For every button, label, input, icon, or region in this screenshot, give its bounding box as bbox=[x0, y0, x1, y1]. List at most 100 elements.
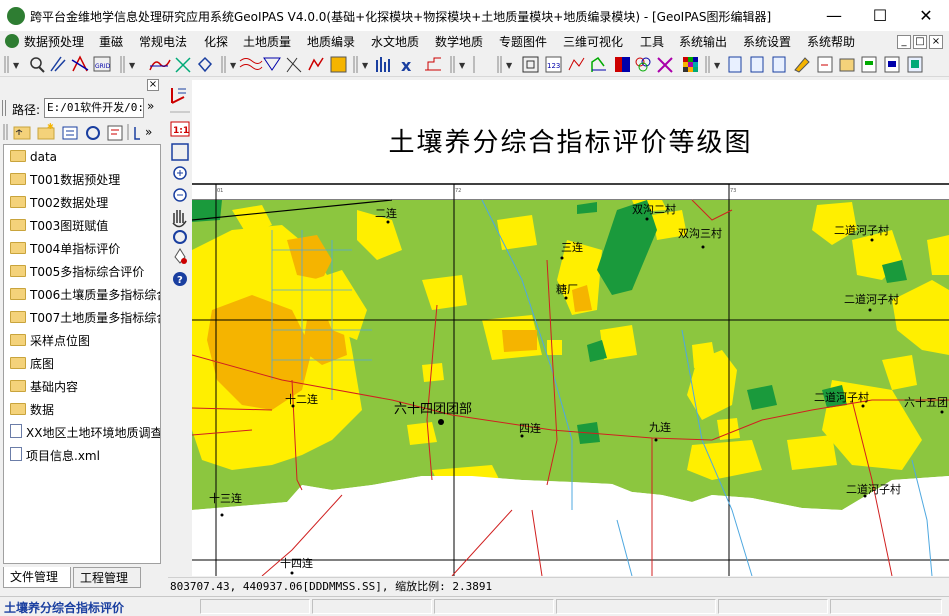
mdi-close-button[interactable]: × bbox=[929, 35, 943, 49]
view-icon[interactable] bbox=[62, 126, 78, 140]
file-toolbar: ✱ » bbox=[2, 121, 160, 143]
list-item[interactable]: T001数据预处理 bbox=[10, 170, 120, 190]
folder-icon bbox=[10, 173, 26, 185]
main-toolbar: ▼ GRID ▼ ▼ ▼ x ▼ ▼ 123 ▼ bbox=[0, 52, 949, 77]
place-label: 二连 bbox=[375, 207, 397, 220]
menu-land-quality[interactable]: 土地质量 bbox=[243, 33, 291, 50]
minimize-button[interactable]: — bbox=[811, 0, 857, 31]
menu-math-geo[interactable]: 数学地质 bbox=[435, 33, 483, 50]
mdi-controls: _ □ × bbox=[895, 33, 943, 49]
zoom-extent-icon[interactable] bbox=[171, 143, 189, 161]
path-row: 路径: E:/01软件开发/0: » bbox=[2, 98, 160, 118]
place-label: 六十五团 bbox=[904, 395, 948, 409]
menu-output[interactable]: 系统输出 bbox=[679, 33, 727, 50]
list-item[interactable]: T006土壤质量多指标综合 bbox=[10, 285, 160, 305]
status-cell bbox=[200, 599, 310, 614]
status-cell bbox=[312, 599, 432, 614]
folder-up-icon[interactable] bbox=[13, 126, 31, 140]
status-cell bbox=[718, 599, 828, 614]
refresh-icon[interactable] bbox=[86, 126, 100, 140]
folder-icon bbox=[10, 334, 26, 346]
status-cell bbox=[434, 599, 554, 614]
panel-close-button[interactable]: × bbox=[147, 79, 159, 91]
folder-icon bbox=[10, 196, 26, 208]
marker-icon[interactable] bbox=[174, 248, 187, 264]
maximize-button[interactable]: ☐ bbox=[857, 0, 903, 31]
svg-text:?: ? bbox=[177, 275, 183, 286]
place-label: 双沟三村 bbox=[678, 226, 722, 240]
window-title: 跨平台金维地学信息处理研究应用系统GeoIPAS V4.0.0(基础+化探模块+… bbox=[30, 10, 772, 24]
menu-3d[interactable]: 三维可视化 bbox=[563, 33, 623, 50]
folder-icon bbox=[10, 403, 26, 415]
status-cell bbox=[830, 599, 942, 614]
folder-icon bbox=[10, 265, 26, 277]
list-item[interactable]: 项目信息.xml bbox=[10, 446, 100, 466]
place-label: 六十四团团部 bbox=[394, 402, 472, 417]
menu-thematic[interactable]: 专题图件 bbox=[499, 33, 547, 50]
list-item[interactable]: T004单指标评价 bbox=[10, 239, 120, 259]
list-item[interactable]: 基础内容 bbox=[10, 377, 78, 397]
svg-text:▼: ▼ bbox=[506, 61, 513, 70]
folder-icon bbox=[10, 311, 26, 323]
folder-icon bbox=[10, 357, 26, 369]
svg-text:▼: ▼ bbox=[459, 61, 466, 70]
select-icon[interactable] bbox=[171, 88, 186, 104]
list-item[interactable]: 采样点位图 bbox=[10, 331, 90, 351]
menu-help[interactable]: 系统帮助 bbox=[807, 33, 855, 50]
map-canvas[interactable]: 土壤养分综合指标评价等级图 01 72 73 二连 双沟二村 双沟三村 二道河子… bbox=[192, 80, 949, 576]
tab-file-manager[interactable]: 文件管理 bbox=[3, 567, 71, 588]
map-toolbar: 1:1 ? bbox=[168, 85, 192, 295]
tab-project-manager[interactable]: 工程管理 bbox=[73, 567, 141, 588]
status-layer-title: 土壤养分综合指标评价 bbox=[4, 601, 125, 615]
list-item[interactable]: T002数据处理 bbox=[10, 193, 108, 213]
list-item[interactable]: T003图斑赋值 bbox=[10, 216, 108, 236]
svg-text:73: 73 bbox=[730, 188, 736, 194]
help-icon[interactable]: ? bbox=[173, 272, 187, 286]
svg-text:✱: ✱ bbox=[47, 122, 54, 131]
place-label: 双沟二村 bbox=[632, 202, 676, 216]
title-bar: 跨平台金维地学信息处理研究应用系统GeoIPAS V4.0.0(基础+化探模块+… bbox=[0, 0, 949, 31]
list-item[interactable]: XX地区土地环境地质调查 bbox=[10, 423, 160, 443]
mdi-minimize-button[interactable]: _ bbox=[897, 35, 911, 49]
document-icon bbox=[10, 447, 22, 461]
zoom-out-icon[interactable] bbox=[173, 188, 187, 202]
mdi-restore-button[interactable]: □ bbox=[913, 35, 927, 49]
list-item[interactable]: 数据 bbox=[10, 400, 54, 420]
coordinate-readout: 803707.43, 440937.06[DDDMMSS.SS], 缩放比例: … bbox=[168, 577, 949, 595]
zoom-original-icon[interactable]: 1:1 bbox=[170, 121, 190, 137]
svg-text:»: » bbox=[145, 125, 152, 139]
menu-geochem[interactable]: 化探 bbox=[204, 33, 228, 50]
place-label: 糖厂 bbox=[556, 282, 578, 296]
menu-bar: 数据预处理 重磁 常规电法 化探 土地质量 地质编录 水文地质 数学地质 专题图… bbox=[0, 31, 949, 51]
svg-text:123: 123 bbox=[547, 62, 560, 70]
folder-icon bbox=[10, 150, 26, 162]
svg-text:72: 72 bbox=[455, 188, 461, 194]
pan-hand-icon[interactable] bbox=[172, 210, 187, 228]
list-item[interactable]: T005多指标综合评价 bbox=[10, 262, 144, 282]
list-item[interactable]: data bbox=[10, 147, 57, 167]
path-input[interactable]: E:/01软件开发/0: bbox=[44, 98, 144, 118]
menu-hydro[interactable]: 水文地质 bbox=[371, 33, 419, 50]
list-item[interactable]: T007土地质量多指标综合 bbox=[10, 308, 160, 328]
path-expand-button[interactable]: » bbox=[147, 99, 154, 113]
menu-geo-logging[interactable]: 地质编录 bbox=[307, 33, 355, 50]
svg-text:▼: ▼ bbox=[714, 61, 721, 70]
app-logo-icon bbox=[7, 7, 25, 25]
folder-icon bbox=[10, 219, 26, 231]
list-item[interactable]: 底图 bbox=[10, 354, 54, 374]
menu-tools[interactable]: 工具 bbox=[640, 33, 664, 50]
place-label: 十四连 bbox=[280, 556, 313, 570]
zoom-in-icon[interactable] bbox=[173, 166, 187, 180]
properties-icon[interactable] bbox=[107, 125, 123, 141]
svg-text:01: 01 bbox=[217, 188, 223, 194]
place-label: 十二连 bbox=[285, 392, 318, 406]
close-button[interactable]: ✕ bbox=[903, 0, 949, 31]
svg-text:▼: ▼ bbox=[230, 61, 237, 70]
refresh-map-icon[interactable] bbox=[173, 230, 187, 244]
menu-electric[interactable]: 常规电法 bbox=[139, 33, 187, 50]
menu-data-preprocess[interactable]: 数据预处理 bbox=[24, 33, 84, 50]
new-folder-icon[interactable]: ✱ bbox=[37, 122, 55, 140]
menu-settings[interactable]: 系统设置 bbox=[743, 33, 791, 50]
menu-gravity-magnetic[interactable]: 重磁 bbox=[99, 33, 123, 50]
app-menu-icon[interactable] bbox=[5, 34, 19, 48]
